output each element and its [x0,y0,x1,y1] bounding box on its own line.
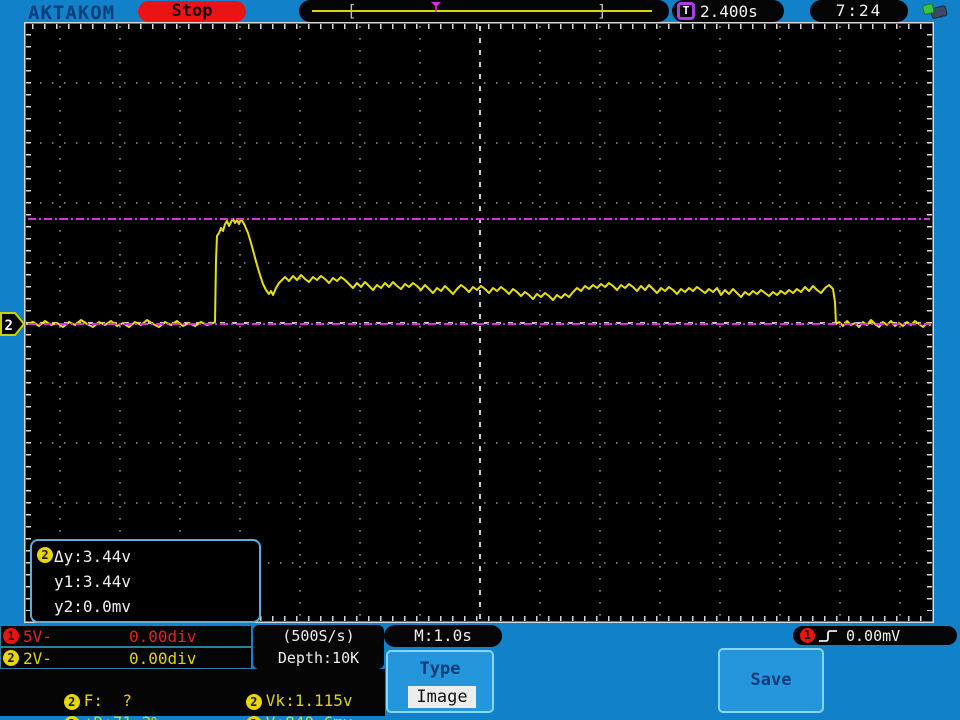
waveform-plot [24,22,934,623]
save-button[interactable]: Save [718,648,824,713]
channel2-badge: 2 [245,715,262,720]
trigger-position-icon [431,2,441,12]
rising-edge-icon [819,629,837,642]
trigger-level-value: 0.00mV [846,626,901,645]
clock-readout: 7:24 [810,0,908,22]
channel2-offset: 0.00div [129,649,197,668]
graticule [24,22,934,623]
channel2-volts-per-div: 2V- [23,649,52,668]
trigger-level-readout: 1 0.00mV [793,626,957,645]
channel2-scale-row: 2 2V- 0.00div [0,647,252,669]
measurement-vk: 2 Vk:1.115v [188,672,353,710]
save-type-button[interactable]: Type Image [386,650,494,713]
memory-depth: Depth:10K [277,649,360,667]
channel1-badge: 1 [3,628,19,644]
channel2-badge: 2 [63,715,80,720]
trigger-time-readout: T 2.400s [672,0,784,22]
channel1-badge: 1 [800,628,815,643]
channel2-marker-label: 2 [5,318,13,334]
timebase-readout: M:1.0s [384,625,502,647]
save-type-label: Type [419,659,461,679]
usb-drive-icon [922,3,948,19]
oscilloscope-screen: AKTAKOM Stop [ ] T 2.400s 7:24 2 2 Δy:3.… [0,0,960,720]
channel1-scale-row: 1 5V- 0.00div [0,625,252,647]
run-state-button[interactable]: Stop [138,1,246,22]
measurement-v: 2V:840.6mv [188,694,353,720]
record-position-bar: [ ] [299,0,669,22]
cursor-readout-panel: 2 Δy:3.44v y1:3.44v y2:0.0mv [30,539,261,623]
save-type-value[interactable]: Image [408,686,476,708]
acquisition-readout: (500S/s) Depth:10K [253,625,384,669]
cursor-y1: y1:3.44v [54,572,132,591]
sample-rate: (500S/s) [282,627,355,645]
channel1-offset: 0.00div [129,627,197,646]
channel2-badge: 2 [37,547,53,563]
channel1-volts-per-div: 5V- [23,627,52,646]
trigger-time-value: 2.400s [700,2,758,21]
cursor-y2: y2:0.0mv [54,597,132,616]
measurement-duty: 2+D:71.2% [6,694,161,720]
cursor-delta-y: Δy:3.44v [54,547,132,566]
trigger-flag-icon: T [677,2,695,20]
channel2-trace [26,218,931,328]
record-window-left-bracket: [ [347,1,357,20]
record-window-right-bracket: ] [597,1,607,20]
measurement-frequency: 2 F: ? [6,672,132,710]
measurements-panel: 2F: ? 2+D:71.2% 2Vk:1.115v 2V:840.6mv [0,669,385,720]
brand-logo: AKTAKOM [28,2,116,24]
channel2-badge: 2 [3,650,19,666]
channel2-position-marker[interactable]: 2 [0,305,28,345]
